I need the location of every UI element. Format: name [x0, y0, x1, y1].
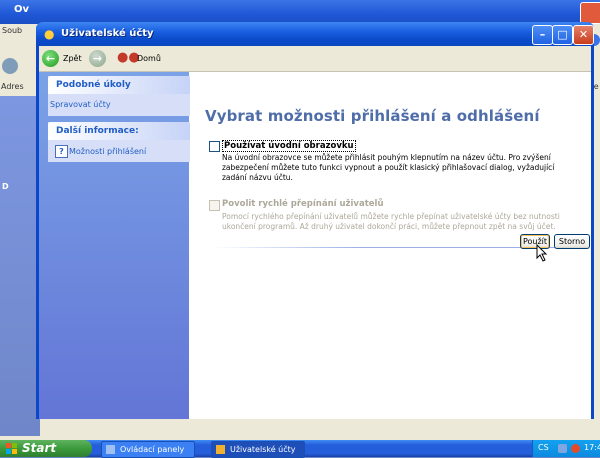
task-pane: Podobné úkoly Spravovat účty Další infor… — [39, 72, 190, 419]
background-titlebar[interactable]: Ov — [0, 0, 600, 24]
forward-arrow-icon[interactable]: → — [89, 50, 106, 67]
main-panel: Vybrat možnosti přihlášení a odhlášení P… — [190, 72, 591, 419]
minimize-button[interactable]: – — [532, 25, 553, 45]
language-indicator[interactable]: CS — [538, 443, 549, 452]
toolbar: ← Zpět → ●● Domů — [39, 46, 591, 72]
related-tasks-heading[interactable]: Podobné úkoly — [48, 76, 190, 94]
taskbar-item-label: Uživatelské účty — [230, 445, 296, 454]
taskbar: Start Ovládací panely Uživatelské účty C… — [0, 440, 600, 458]
windows-logo-icon — [6, 443, 17, 454]
mouse-cursor-icon — [536, 244, 548, 262]
background-menu-file[interactable]: Soub — [2, 26, 22, 35]
users-icon: ● — [44, 27, 55, 41]
welcome-screen-description: Na úvodní obrazovce se můžete přihlásit … — [222, 153, 555, 182]
background-back-icon[interactable] — [2, 58, 18, 74]
fast-user-switching-checkbox[interactable] — [209, 200, 220, 211]
taskbar-item-control-panel[interactable]: Ovládací panely — [101, 441, 195, 458]
welcome-screen-label[interactable]: Používat úvodní obrazovku — [222, 140, 356, 152]
background-close-icon[interactable] — [580, 2, 600, 24]
cancel-button[interactable]: Storno — [554, 234, 590, 249]
logon-options-link[interactable]: Možnosti přihlášení — [69, 147, 146, 156]
related-tasks-panel: Podobné úkoly Spravovat účty — [48, 76, 190, 116]
start-button[interactable]: Start — [0, 440, 92, 457]
back-button-label[interactable]: Zpět — [63, 54, 82, 63]
welcome-screen-checkbox[interactable] — [209, 141, 220, 152]
users-icon — [216, 445, 225, 454]
home-button-label[interactable]: Domů — [137, 54, 161, 63]
close-button[interactable]: ✕ — [573, 25, 594, 45]
help-icon: ? — [55, 145, 68, 158]
window-title: Uživatelské účty — [61, 28, 154, 39]
taskbar-item-label: Ovládací panely — [120, 445, 185, 454]
start-label: Start — [22, 441, 57, 455]
control-panel-icon — [106, 445, 115, 454]
fast-user-switching-label[interactable]: Povolit rychlé přepínání uživatelů — [222, 199, 384, 209]
taskbar-item-user-accounts[interactable]: Uživatelské účty — [211, 441, 305, 458]
more-info-heading[interactable]: Další informace: — [48, 122, 190, 140]
titlebar[interactable]: ● Uživatelské účty – □ ✕ — [36, 22, 594, 46]
page-title: Vybrat možnosti přihlášení a odhlášení — [205, 107, 540, 125]
user-accounts-window: ● Uživatelské účty – □ ✕ ← Zpět → ●● Dom… — [36, 22, 594, 419]
more-info-panel: Další informace: ? Možnosti přihlášení — [48, 122, 190, 162]
maximize-button[interactable]: □ — [552, 25, 573, 45]
content-area: Podobné úkoly Spravovat účty Další infor… — [39, 72, 591, 419]
fast-user-switching-description: Pomocí rychlého přepínání uživatelů může… — [222, 212, 560, 231]
security-alert-icon[interactable] — [571, 444, 580, 453]
background-window-title: Ov — [14, 4, 30, 15]
background-taskpane: D — [0, 96, 40, 436]
manage-accounts-link[interactable]: Spravovat účty — [50, 100, 111, 109]
background-address-label: Adres — [1, 82, 24, 91]
background-taskpane-label: D — [2, 182, 9, 191]
back-arrow-icon[interactable]: ← — [42, 50, 59, 67]
clock[interactable]: 17:4 — [584, 443, 600, 452]
network-icon[interactable] — [558, 444, 567, 453]
